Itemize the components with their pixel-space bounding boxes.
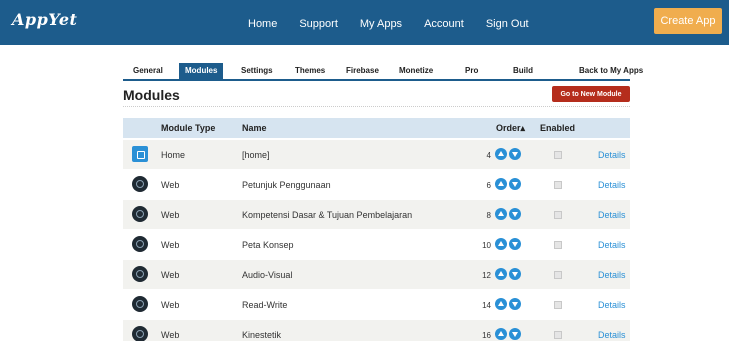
- enabled-checkbox[interactable]: [554, 151, 562, 159]
- top-nav: Home Support My Apps Account Sign Out: [248, 18, 551, 30]
- tab-pro[interactable]: Pro: [465, 63, 478, 79]
- order-value: 16: [482, 331, 491, 340]
- move-down-icon[interactable]: [509, 328, 521, 340]
- module-type: Web: [161, 240, 180, 250]
- move-up-icon[interactable]: [495, 208, 507, 220]
- module-type: Web: [161, 270, 180, 280]
- header-module-type[interactable]: Module Type: [161, 123, 215, 133]
- move-up-icon[interactable]: [495, 148, 507, 160]
- details-link[interactable]: Details: [598, 150, 626, 160]
- tab-general[interactable]: General: [133, 63, 163, 79]
- table-header: Module Type Name Order▴ Enabled: [123, 118, 630, 138]
- tab-modules[interactable]: Modules: [179, 63, 224, 79]
- module-type: Web: [161, 300, 180, 310]
- move-down-icon[interactable]: [509, 298, 521, 310]
- header-name[interactable]: Name: [242, 123, 267, 133]
- web-module-icon: [132, 236, 148, 252]
- web-module-icon: [132, 206, 148, 222]
- order-value: 14: [482, 301, 491, 310]
- details-link[interactable]: Details: [598, 210, 626, 220]
- nav-home[interactable]: Home: [248, 18, 277, 30]
- appyet-logo[interactable]: AppYet: [12, 10, 77, 29]
- order-value: 8: [486, 211, 491, 220]
- nav-my-apps[interactable]: My Apps: [360, 18, 402, 30]
- enabled-checkbox[interactable]: [554, 241, 562, 249]
- details-link[interactable]: Details: [598, 180, 626, 190]
- tab-settings[interactable]: Settings: [241, 63, 273, 79]
- move-down-icon[interactable]: [509, 148, 521, 160]
- web-module-icon: [132, 176, 148, 192]
- module-type: Web: [161, 180, 180, 190]
- enabled-checkbox[interactable]: [554, 211, 562, 219]
- module-name: Read-Write: [242, 300, 288, 310]
- table-row: Home [home] 4 Details: [123, 140, 630, 169]
- create-app-button[interactable]: Create App: [654, 8, 722, 34]
- module-name: [home]: [242, 150, 270, 160]
- tab-themes[interactable]: Themes: [295, 63, 325, 79]
- module-name: Peta Konsep: [242, 240, 294, 250]
- module-name: Kinestetik: [242, 330, 282, 340]
- tab-firebase[interactable]: Firebase: [346, 63, 379, 79]
- table-row: Web Kompetensi Dasar & Tujuan Pembelajar…: [123, 200, 630, 229]
- order-value: 10: [482, 241, 491, 250]
- enabled-checkbox[interactable]: [554, 301, 562, 309]
- enabled-checkbox[interactable]: [554, 331, 562, 339]
- top-navbar: AppYet Home Support My Apps Account Sign…: [0, 0, 729, 45]
- module-name: Audio-Visual: [242, 270, 293, 280]
- move-up-icon[interactable]: [495, 178, 507, 190]
- order-value: 6: [486, 181, 491, 190]
- details-link[interactable]: Details: [598, 330, 626, 340]
- move-up-icon[interactable]: [495, 328, 507, 340]
- enabled-checkbox[interactable]: [554, 181, 562, 189]
- tab-back-to-my-apps[interactable]: Back to My Apps: [579, 63, 643, 79]
- title-divider: [123, 106, 630, 107]
- details-link[interactable]: Details: [598, 270, 626, 280]
- web-module-icon: [132, 326, 148, 341]
- nav-sign-out[interactable]: Sign Out: [486, 18, 529, 30]
- move-up-icon[interactable]: [495, 268, 507, 280]
- tab-build[interactable]: Build: [513, 63, 533, 79]
- module-name: Petunjuk Penggunaan: [242, 180, 331, 190]
- move-down-icon[interactable]: [509, 208, 521, 220]
- move-down-icon[interactable]: [509, 238, 521, 250]
- move-down-icon[interactable]: [509, 178, 521, 190]
- nav-account[interactable]: Account: [424, 18, 464, 30]
- move-up-icon[interactable]: [495, 238, 507, 250]
- header-enabled[interactable]: Enabled: [540, 123, 575, 133]
- move-down-icon[interactable]: [509, 268, 521, 280]
- table-row: Web Peta Konsep 10 Details: [123, 230, 630, 259]
- module-type: Web: [161, 210, 180, 220]
- tab-monetize[interactable]: Monetize: [399, 63, 433, 79]
- details-link[interactable]: Details: [598, 300, 626, 310]
- module-type: Web: [161, 330, 180, 340]
- home-icon: [132, 146, 148, 162]
- header-order[interactable]: Order▴: [496, 123, 525, 134]
- order-value: 12: [482, 271, 491, 280]
- table-row: Web Read-Write 14 Details: [123, 290, 630, 319]
- module-type: Home: [161, 150, 186, 160]
- nav-support[interactable]: Support: [299, 18, 338, 30]
- web-module-icon: [132, 266, 148, 282]
- tab-underline: [123, 79, 630, 81]
- table-row: Web Kinestetik 16 Details: [123, 320, 630, 341]
- web-module-icon: [132, 296, 148, 312]
- table-row: Web Petunjuk Penggunaan 6 Details: [123, 170, 630, 199]
- details-link[interactable]: Details: [598, 240, 626, 250]
- app-tabs: General Modules Settings Themes Firebase…: [123, 63, 643, 79]
- order-value: 4: [486, 151, 491, 160]
- module-name: Kompetensi Dasar & Tujuan Pembelajaran: [242, 210, 413, 220]
- page-title: Modules: [123, 87, 180, 103]
- enabled-checkbox[interactable]: [554, 271, 562, 279]
- go-to-new-module-button[interactable]: Go to New Module: [552, 86, 630, 102]
- move-up-icon[interactable]: [495, 298, 507, 310]
- table-row: Web Audio-Visual 12 Details: [123, 260, 630, 289]
